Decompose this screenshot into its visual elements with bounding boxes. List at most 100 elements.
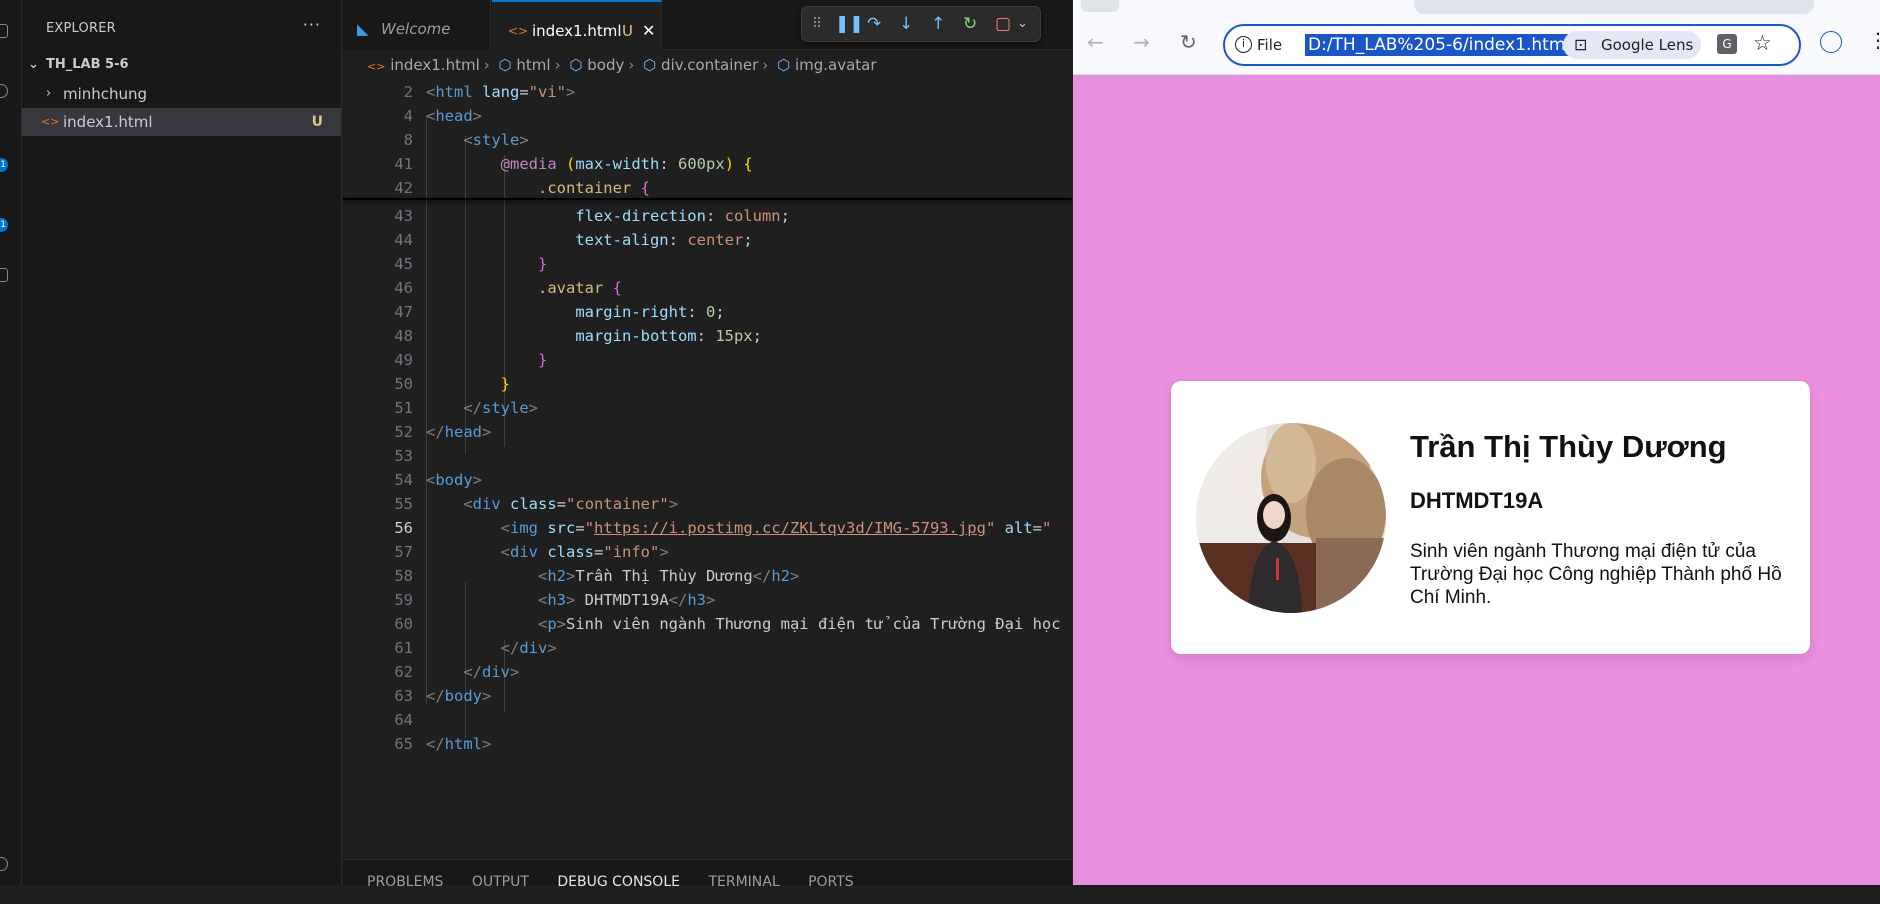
code-editor[interactable]: 2 <html lang="vi"> 4 <head> 8 <style> 41…	[343, 80, 1072, 860]
profile-name: Trần Thị Thùy Dương	[1410, 429, 1727, 464]
vscode-icon: ◣	[357, 20, 369, 38]
tab-index1[interactable]: <> index1.html U ✕	[492, 0, 662, 51]
breadcrumb: <> index1.html › ⬡ html › ⬡ body › ⬡ div.co…	[343, 50, 1072, 80]
code-line: </head>	[426, 423, 492, 441]
tab-terminal[interactable]: TERMINAL	[708, 874, 779, 890]
code-line: <style>	[463, 131, 529, 149]
code-line: margin-right: 0;	[575, 303, 725, 321]
file-label: File	[1257, 36, 1283, 54]
line-number: 57	[394, 543, 413, 561]
avatar	[1196, 423, 1386, 613]
extensions-icon[interactable]	[0, 268, 8, 282]
menu-icon[interactable]: ⋮	[1868, 28, 1880, 52]
tree-item-minhchung[interactable]: › minhchung	[22, 80, 341, 108]
pause-icon[interactable]: ❚❚	[835, 14, 864, 34]
account-icon[interactable]	[0, 857, 8, 871]
info-icon[interactable]: i	[1235, 36, 1252, 53]
drag-handle-icon[interactable]: ⠿	[812, 14, 822, 34]
breadcrumb-item[interactable]: index1.html	[390, 56, 480, 74]
reload-icon[interactable]: ↻	[1180, 30, 1197, 54]
line-number: 62	[394, 663, 413, 681]
search-icon[interactable]	[0, 84, 8, 98]
line-number: 47	[394, 303, 413, 321]
line-number: 43	[394, 207, 413, 225]
line-number: 55	[394, 495, 413, 513]
tab-label: Welcome	[381, 20, 451, 38]
source-control-badge[interactable]: 1	[0, 158, 8, 172]
explorer-icon[interactable]	[0, 24, 8, 38]
line-number: 61	[394, 639, 413, 657]
code-line: }	[537, 351, 548, 369]
code-line: margin-bottom: 15px;	[575, 327, 762, 345]
chevron-right-icon: ›	[762, 56, 769, 74]
project-name: TH_LAB 5-6	[46, 57, 129, 72]
line-number: 52	[394, 423, 413, 441]
close-icon[interactable]: ✕	[642, 2, 655, 60]
star-icon[interactable]: ☆	[1753, 31, 1772, 55]
sticky-scroll-shadow	[343, 198, 1072, 200]
line-number: 2	[403, 83, 413, 101]
tree-item-index1[interactable]: <> index1.html U	[22, 108, 341, 136]
tab-strip-edge	[1414, 0, 1814, 14]
explorer-header: EXPLORER ···	[22, 0, 341, 56]
line-number: 45	[394, 255, 413, 273]
code-line: text-align: center;	[575, 231, 753, 249]
chevron-right-icon: ›	[46, 86, 52, 101]
google-lens-button[interactable]: ⊡ Google Lens	[1563, 31, 1701, 59]
step-into-icon[interactable]: ↓	[899, 14, 913, 34]
tab-debug-console[interactable]: DEBUG CONSOLE	[557, 874, 680, 890]
code-line: </html>	[426, 735, 492, 753]
code-line: <h3> DHTMDT19A</h3>	[537, 591, 716, 609]
translate-icon[interactable]: G	[1717, 34, 1737, 54]
html-file-icon: <>	[367, 60, 386, 73]
address-bar[interactable]: i File D:/TH_LAB%205-6/index1.html ⊡ Goo…	[1223, 24, 1801, 66]
line-number: 54	[394, 471, 413, 489]
code-line: flex-direction: column;	[575, 207, 790, 225]
code-line: </style>	[463, 399, 539, 417]
html-file-icon: <>	[41, 115, 60, 128]
step-out-icon[interactable]: ↑	[931, 14, 945, 34]
breadcrumb-item[interactable]: img.avatar	[795, 56, 877, 74]
debug-toolbar: ⠿ ❚❚ ↷ ↓ ↑ ↻ ▢ ⌄	[801, 6, 1041, 42]
code-line: .container {	[537, 179, 650, 197]
profile-card: Trần Thị Thùy Dương DHTMDT19A Sinh viên …	[1171, 381, 1810, 654]
restart-icon[interactable]: ↻	[963, 14, 977, 34]
editor-area: ◣ Welcome <> index1.html U ✕ ⠿ ❚❚ ↷ ↓ ↑ …	[343, 0, 1072, 890]
run-debug-badge[interactable]: 1	[0, 218, 8, 232]
code-line: <div class="info">	[500, 543, 669, 561]
tab-output[interactable]: OUTPUT	[472, 874, 529, 890]
code-line-current: <img src="https://i.postimg.cc/ZKLtqv3d/…	[500, 519, 1052, 537]
more-actions-icon[interactable]: ···	[303, 15, 321, 34]
code-line: <p>Sinh viên ngành Thương mại điện tử củ…	[537, 615, 1061, 633]
chevron-down-icon: ⌄	[28, 57, 39, 72]
line-number: 56	[394, 519, 413, 537]
line-number: 42	[394, 179, 413, 197]
chevron-right-icon: ›	[483, 56, 490, 74]
line-number: 59	[394, 591, 413, 609]
line-number: 51	[394, 399, 413, 417]
line-number: 48	[394, 327, 413, 345]
line-number: 41	[394, 155, 413, 173]
tab-problems[interactable]: PROBLEMS	[367, 874, 443, 890]
chevron-down-icon[interactable]: ⌄	[1017, 14, 1028, 34]
tab-bar: ◣ Welcome <> index1.html U ✕ ⠿ ❚❚ ↷ ↓ ↑ …	[343, 0, 1072, 51]
code-line: <head>	[426, 107, 483, 125]
tab-welcome[interactable]: ◣ Welcome	[343, 0, 491, 50]
breadcrumb-item[interactable]: div.container	[661, 56, 758, 74]
step-over-icon[interactable]: ↷	[867, 14, 881, 34]
forward-icon[interactable]: →	[1133, 30, 1150, 54]
back-icon[interactable]: ←	[1087, 30, 1104, 54]
stop-icon[interactable]: ▢	[995, 14, 1011, 34]
profile-icon[interactable]	[1820, 31, 1842, 53]
project-folder[interactable]: ⌄ TH_LAB 5-6	[22, 56, 341, 80]
code-line: <body>	[426, 471, 483, 489]
code-line: </div>	[500, 639, 557, 657]
tab-ports[interactable]: PORTS	[808, 874, 854, 890]
line-number: 63	[394, 687, 413, 705]
url-text[interactable]: D:/TH_LAB%205-6/index1.html	[1305, 34, 1574, 56]
code-line: <html lang="vi">	[426, 83, 576, 101]
panel-tabs: PROBLEMS OUTPUT DEBUG CONSOLE TERMINAL P…	[343, 859, 1072, 890]
element-icon: ⬡	[777, 56, 791, 74]
code-line: }	[537, 255, 548, 273]
explorer-title: EXPLORER	[46, 21, 116, 36]
